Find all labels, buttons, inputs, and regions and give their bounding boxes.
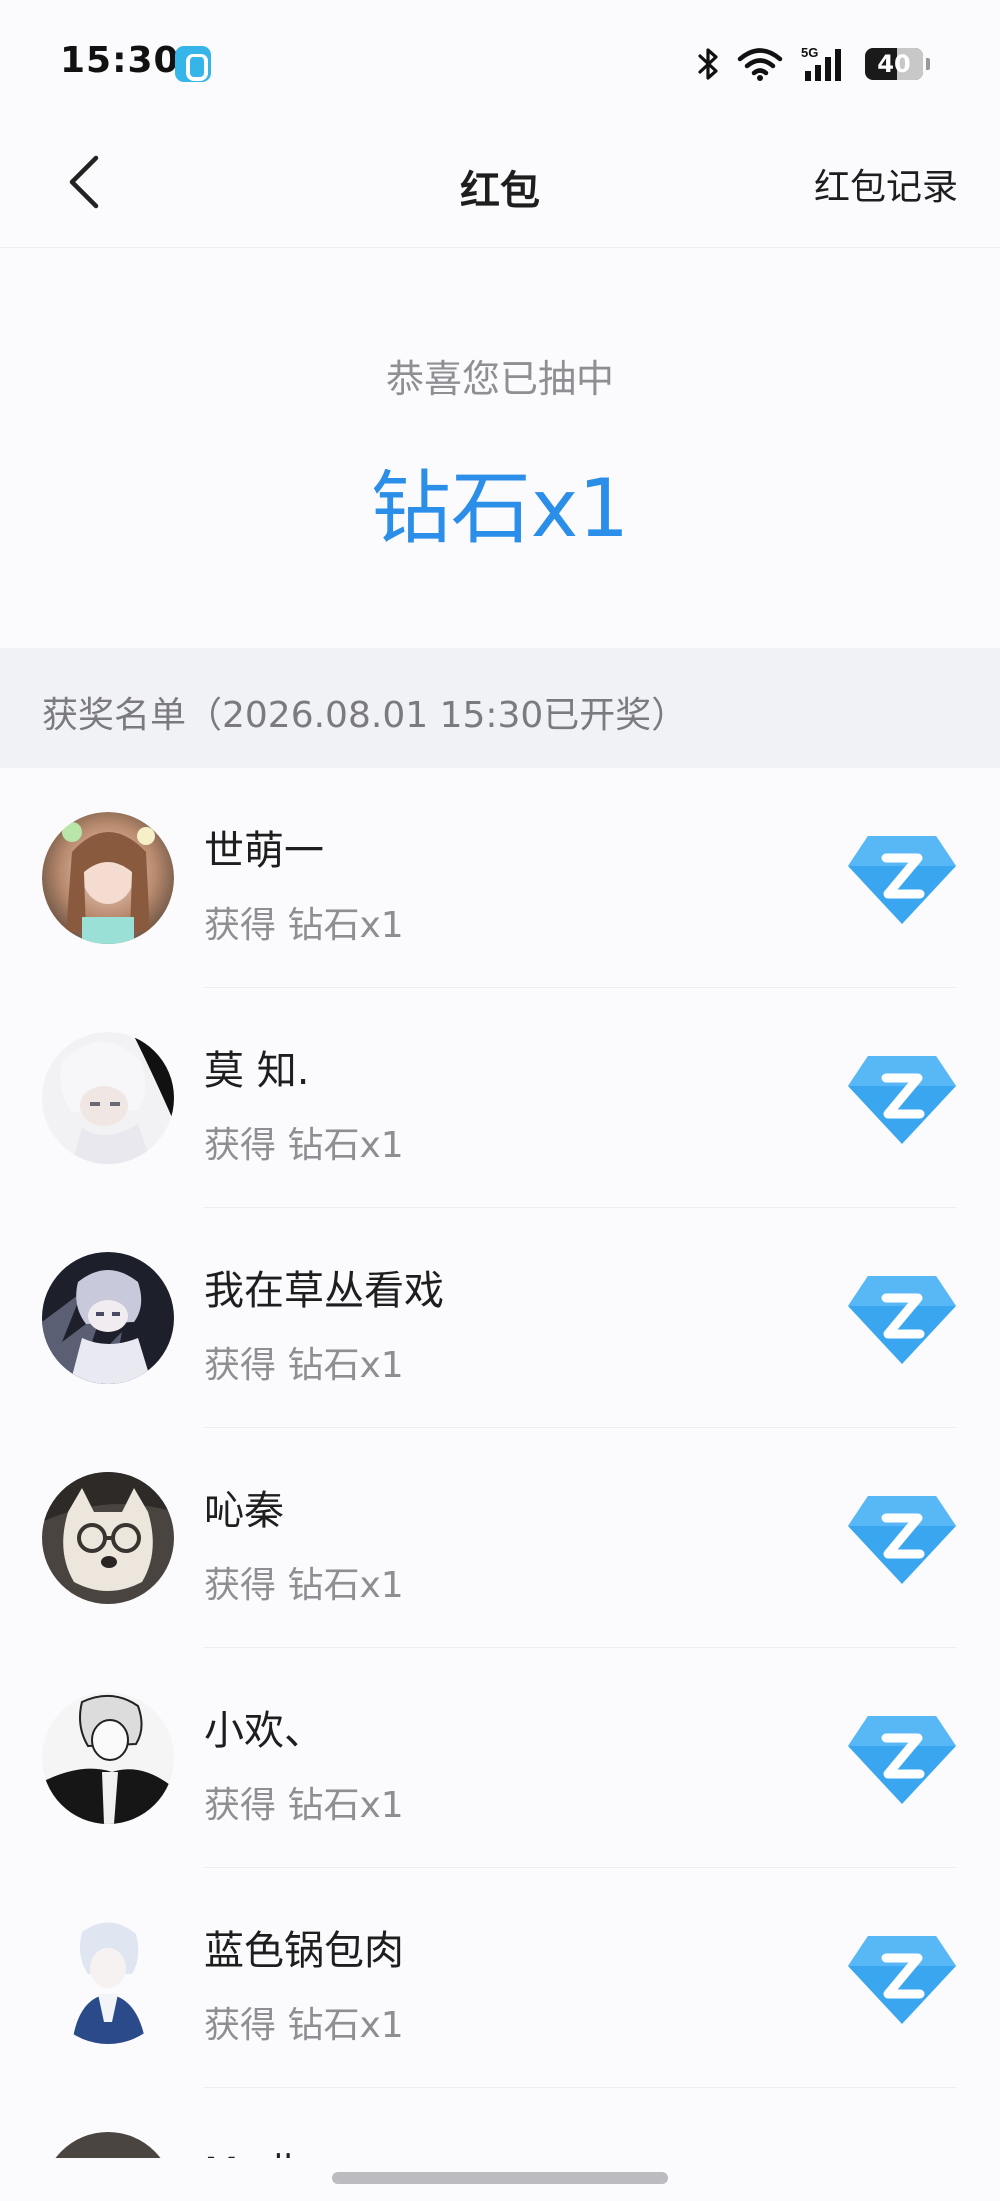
winner-name: M. 北 — [204, 2140, 304, 2158]
winner-name: 我在草丛看戏 — [204, 1268, 444, 1314]
avatar — [42, 1252, 174, 1384]
red-packet-records-link[interactable]: 红包记录 — [814, 158, 958, 210]
avatar — [42, 2132, 174, 2158]
diamond-icon — [848, 1936, 956, 2024]
winner-name: 莫 知. — [204, 1048, 310, 1094]
diamond-icon — [848, 1496, 956, 1584]
winner-row[interactable]: 我在草丛看戏 获得 钻石x1 — [0, 1208, 1000, 1428]
draw-result: 恭喜您已抽中 钻石x1 — [0, 248, 1000, 648]
result-prize: 钻石x1 — [370, 462, 630, 555]
result-subtitle: 恭喜您已抽中 — [385, 357, 614, 401]
signal-label: 5G — [801, 45, 818, 60]
winner-row[interactable]: 吣秦 获得 钻石x1 — [0, 1428, 1000, 1648]
diamond-icon — [848, 1716, 956, 1804]
winners-header: 获奖名单（2026.08.01 15:30已开奖） — [0, 648, 1000, 768]
avatar — [42, 1472, 174, 1604]
diamond-icon — [848, 1056, 956, 1144]
status-time: 15:30 — [60, 40, 180, 81]
signal-icon: 5G — [801, 45, 841, 81]
winner-prize: 获得 钻石x1 — [204, 2005, 404, 2046]
winner-name: 世萌一 — [204, 828, 324, 874]
status-bar: 15:30 5G 40 — [0, 0, 1000, 120]
avatar — [42, 1032, 174, 1164]
wifi-icon — [737, 48, 783, 81]
diamond-icon — [848, 1276, 956, 1364]
winner-name: 吣秦 — [204, 1488, 284, 1534]
avatar — [42, 1912, 174, 2044]
winner-row[interactable]: 小欢、 获得 钻石x1 — [0, 1648, 1000, 1868]
winner-prize: 获得 钻石x1 — [204, 905, 404, 946]
winner-row[interactable]: 莫 知. 获得 钻石x1 — [0, 988, 1000, 1208]
winner-prize: 获得 钻石x1 — [204, 1785, 404, 1826]
status-icons: 5G 40 — [697, 44, 930, 84]
winner-list: 世萌一 获得 钻石x1 莫 知. 获得 钻石x1 我在草丛看戏 获得 钻石x1 … — [0, 768, 1000, 2088]
battery-icon: 40 — [865, 48, 923, 80]
winner-row[interactable]: 世萌一 获得 钻石x1 — [0, 768, 1000, 988]
diamond-icon — [848, 836, 956, 924]
app-notification-icon — [175, 46, 211, 82]
bluetooth-icon — [698, 48, 718, 80]
winner-name: 蓝色锅包肉 — [204, 1928, 404, 1974]
back-button[interactable] — [48, 146, 120, 218]
winner-prize: 获得 钻石x1 — [204, 1565, 404, 1606]
winner-row-partial[interactable]: M. 北 — [0, 2088, 1000, 2158]
avatar — [42, 1692, 174, 1824]
home-indicator[interactable] — [332, 2172, 668, 2184]
winners-header-text: 获奖名单（2026.08.01 15:30已开奖） — [42, 695, 688, 736]
winner-prize: 获得 钻石x1 — [204, 1125, 404, 1166]
battery-level: 40 — [877, 50, 911, 78]
winner-name: 小欢、 — [204, 1708, 324, 1754]
nav-bar: 红包 红包记录 — [0, 120, 1000, 248]
winner-row[interactable]: 蓝色锅包肉 获得 钻石x1 — [0, 1868, 1000, 2088]
avatar — [42, 812, 174, 944]
chevron-left-icon — [69, 155, 99, 209]
winner-prize: 获得 钻石x1 — [204, 1345, 404, 1386]
